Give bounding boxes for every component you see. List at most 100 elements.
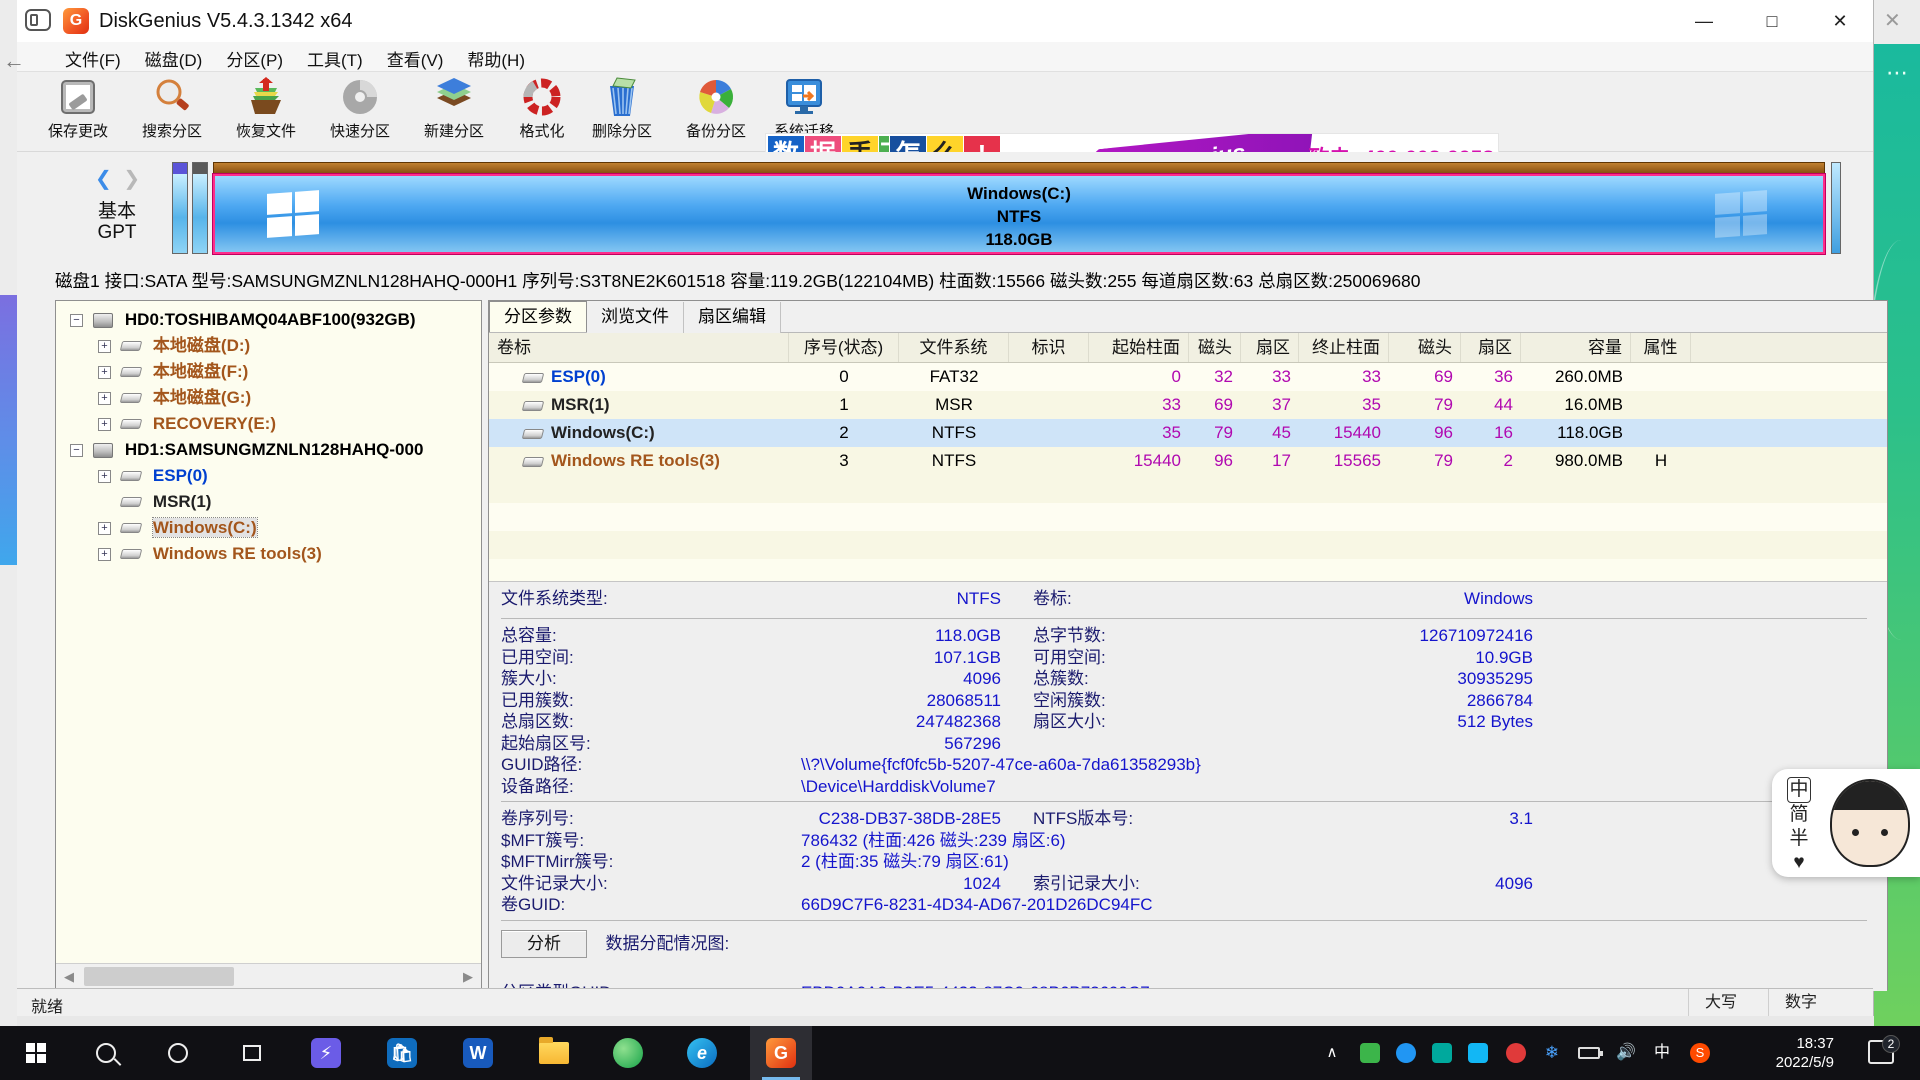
tree-item[interactable]: + 本地磁盘(F:) (56, 359, 481, 385)
ime-sticker-card[interactable]: 中 简 半 ♥ (1772, 769, 1920, 877)
start-button[interactable] (8, 1026, 64, 1080)
tree-horizontal-scrollbar[interactable]: ◀ ▶ (56, 963, 481, 989)
col-header[interactable]: 磁头 (1389, 333, 1461, 362)
new-partition-button[interactable]: 新建分区 (411, 76, 497, 148)
scrollbar-thumb[interactable] (84, 967, 234, 986)
tree-item[interactable]: + ESP(0) (56, 463, 481, 489)
pinned-app-store[interactable]: 🛍 (376, 1026, 428, 1080)
partition-table-row[interactable]: ESP(0) 0 FAT32 0 32 33 33 69 36 260.0MB (489, 363, 1887, 391)
esp-partition-bar[interactable] (172, 162, 188, 254)
minimize-button[interactable]: — (1672, 0, 1736, 42)
ime-mode-chinese[interactable]: 中 (1787, 777, 1811, 803)
snowflake-tray-icon[interactable]: ❄ (1542, 1043, 1562, 1063)
expand-toggle-icon[interactable]: + (98, 392, 111, 405)
tab[interactable]: 分区参数 (489, 301, 587, 332)
expand-toggle-icon[interactable]: + (98, 548, 111, 561)
menu-item[interactable]: 帮助(H) (455, 42, 537, 75)
task-view-button[interactable] (226, 1026, 278, 1080)
partition-table-row[interactable]: Windows RE tools(3) 3 NTFS 15440 96 17 1… (489, 447, 1887, 475)
recover-files-button[interactable]: 恢复文件 (223, 76, 309, 148)
background-close-icon[interactable]: ✕ (1884, 8, 1901, 33)
battery-icon[interactable] (1578, 1047, 1600, 1059)
blue-tray-icon[interactable] (1396, 1043, 1416, 1063)
backup-partition-button[interactable]: 备份分区 (673, 76, 759, 148)
quick-partition-button[interactable]: 快速分区 (317, 76, 403, 148)
pinned-app-green-browser[interactable] (602, 1026, 654, 1080)
col-header[interactable]: 扇区 (1461, 333, 1521, 362)
tree-item[interactable]: − HD0:TOSHIBAMQ04ABF100(932GB) (56, 307, 481, 333)
search-partition-button[interactable]: 搜索分区 (129, 76, 215, 148)
ime-indicator[interactable]: 中 (1652, 1043, 1672, 1063)
file-explorer-button[interactable] (528, 1026, 580, 1080)
action-center-button[interactable]: 2 (1868, 1040, 1894, 1064)
tab[interactable]: 浏览文件 (587, 302, 684, 333)
expand-toggle-icon[interactable]: + (98, 522, 111, 535)
format-button[interactable]: 格式化 (499, 76, 585, 148)
expand-toggle-icon[interactable] (98, 496, 111, 509)
tree-item[interactable]: + Windows RE tools(3) (56, 541, 481, 567)
col-header[interactable]: 卷标 (489, 333, 789, 362)
tree-item[interactable]: + Windows(C:) (56, 515, 481, 541)
col-header[interactable]: 序号(状态) (789, 333, 899, 362)
expand-toggle-icon[interactable]: + (98, 418, 111, 431)
delete-partition-button[interactable]: 删除分区 (579, 76, 665, 148)
scroll-right-icon[interactable]: ▶ (455, 964, 481, 989)
expand-toggle-icon[interactable]: + (98, 340, 111, 353)
browser-back-icon[interactable]: ← (3, 48, 25, 74)
menu-item[interactable]: 查看(V) (375, 42, 456, 75)
col-header[interactable]: 起始柱面 (1089, 333, 1189, 362)
col-header[interactable]: 标识 (1009, 333, 1089, 362)
expand-toggle-icon[interactable]: − (70, 314, 83, 327)
expand-toggle-icon[interactable]: + (98, 366, 111, 379)
msr-partition-bar[interactable] (192, 162, 208, 254)
tree-item[interactable]: MSR(1) (56, 489, 481, 515)
menu-item[interactable]: 工具(T) (295, 42, 375, 75)
maximize-button[interactable]: □ (1740, 0, 1804, 42)
pinned-app-purple[interactable]: ⚡ (300, 1026, 352, 1080)
drive-icon (120, 367, 142, 377)
volume-icon[interactable]: 🔊 (1616, 1043, 1636, 1063)
windows-c-partition-bar[interactable]: Windows(C:) NTFS 118.0GB (213, 162, 1825, 254)
partition-table-row[interactable]: MSR(1) 1 MSR 33 69 37 35 79 44 16.0MB (489, 391, 1887, 419)
tray-chevron-icon[interactable]: ∧ (1322, 1043, 1342, 1063)
edge-button[interactable]: e (676, 1026, 728, 1080)
close-button[interactable]: ✕ (1808, 0, 1872, 42)
col-header[interactable]: 容量 (1521, 333, 1631, 362)
col-header[interactable]: 属性 (1631, 333, 1691, 362)
analyze-button[interactable]: 分析 (501, 930, 587, 958)
red-tray-icon[interactable] (1506, 1043, 1526, 1063)
partition-table-row[interactable]: Windows(C:) 2 NTFS 35 79 45 15440 96 16 … (489, 419, 1887, 447)
taskbar-search-button[interactable] (80, 1026, 132, 1080)
col-header[interactable]: 文件系统 (899, 333, 1009, 362)
col-header[interactable]: 扇区 (1241, 333, 1299, 362)
pinned-app-word[interactable]: W (452, 1026, 504, 1080)
tree-item[interactable]: + 本地磁盘(D:) (56, 333, 481, 359)
save-changes-button[interactable]: 保存更改 (35, 76, 121, 148)
tree-item[interactable]: + 本地磁盘(G:) (56, 385, 481, 411)
sogou-tray-icon[interactable]: S (1690, 1043, 1710, 1063)
tree-item[interactable]: + RECOVERY(E:) (56, 411, 481, 437)
taskbar-clock[interactable]: 18:37 2022/5/9 (1776, 1034, 1834, 1072)
menu-item[interactable]: 文件(F) (53, 42, 133, 75)
qq-tray-icon[interactable] (1468, 1043, 1488, 1063)
teal-tray-icon[interactable] (1432, 1043, 1452, 1063)
tab[interactable]: 扇区编辑 (684, 302, 781, 333)
menu-item[interactable]: 磁盘(D) (133, 42, 215, 75)
diskgenius-taskbar-button[interactable]: G (750, 1026, 812, 1080)
cortana-button[interactable] (152, 1026, 204, 1080)
col-header[interactable]: 终止柱面 (1299, 333, 1389, 362)
disk-nav-arrows[interactable]: ❮ ❯ (95, 166, 140, 191)
ime-mode-halfwidth[interactable]: 半 (1786, 827, 1812, 851)
background-more-icon[interactable]: ⋯ (1886, 60, 1909, 86)
prev-disk-icon[interactable]: ❮ (95, 168, 112, 190)
scroll-left-icon[interactable]: ◀ (56, 964, 82, 989)
ime-mode-simplified[interactable]: 简 (1786, 803, 1812, 827)
menu-item[interactable]: 分区(P) (214, 42, 295, 75)
re-tools-partition-bar[interactable] (1831, 162, 1841, 254)
tree-item[interactable]: − HD1:SAMSUNGMZNLN128HAHQ-000 (56, 437, 481, 463)
next-disk-icon[interactable]: ❯ (123, 168, 140, 190)
wechat-tray-icon[interactable] (1360, 1043, 1380, 1063)
expand-toggle-icon[interactable]: + (98, 470, 111, 483)
expand-toggle-icon[interactable]: − (70, 444, 83, 457)
col-header[interactable]: 磁头 (1189, 333, 1241, 362)
